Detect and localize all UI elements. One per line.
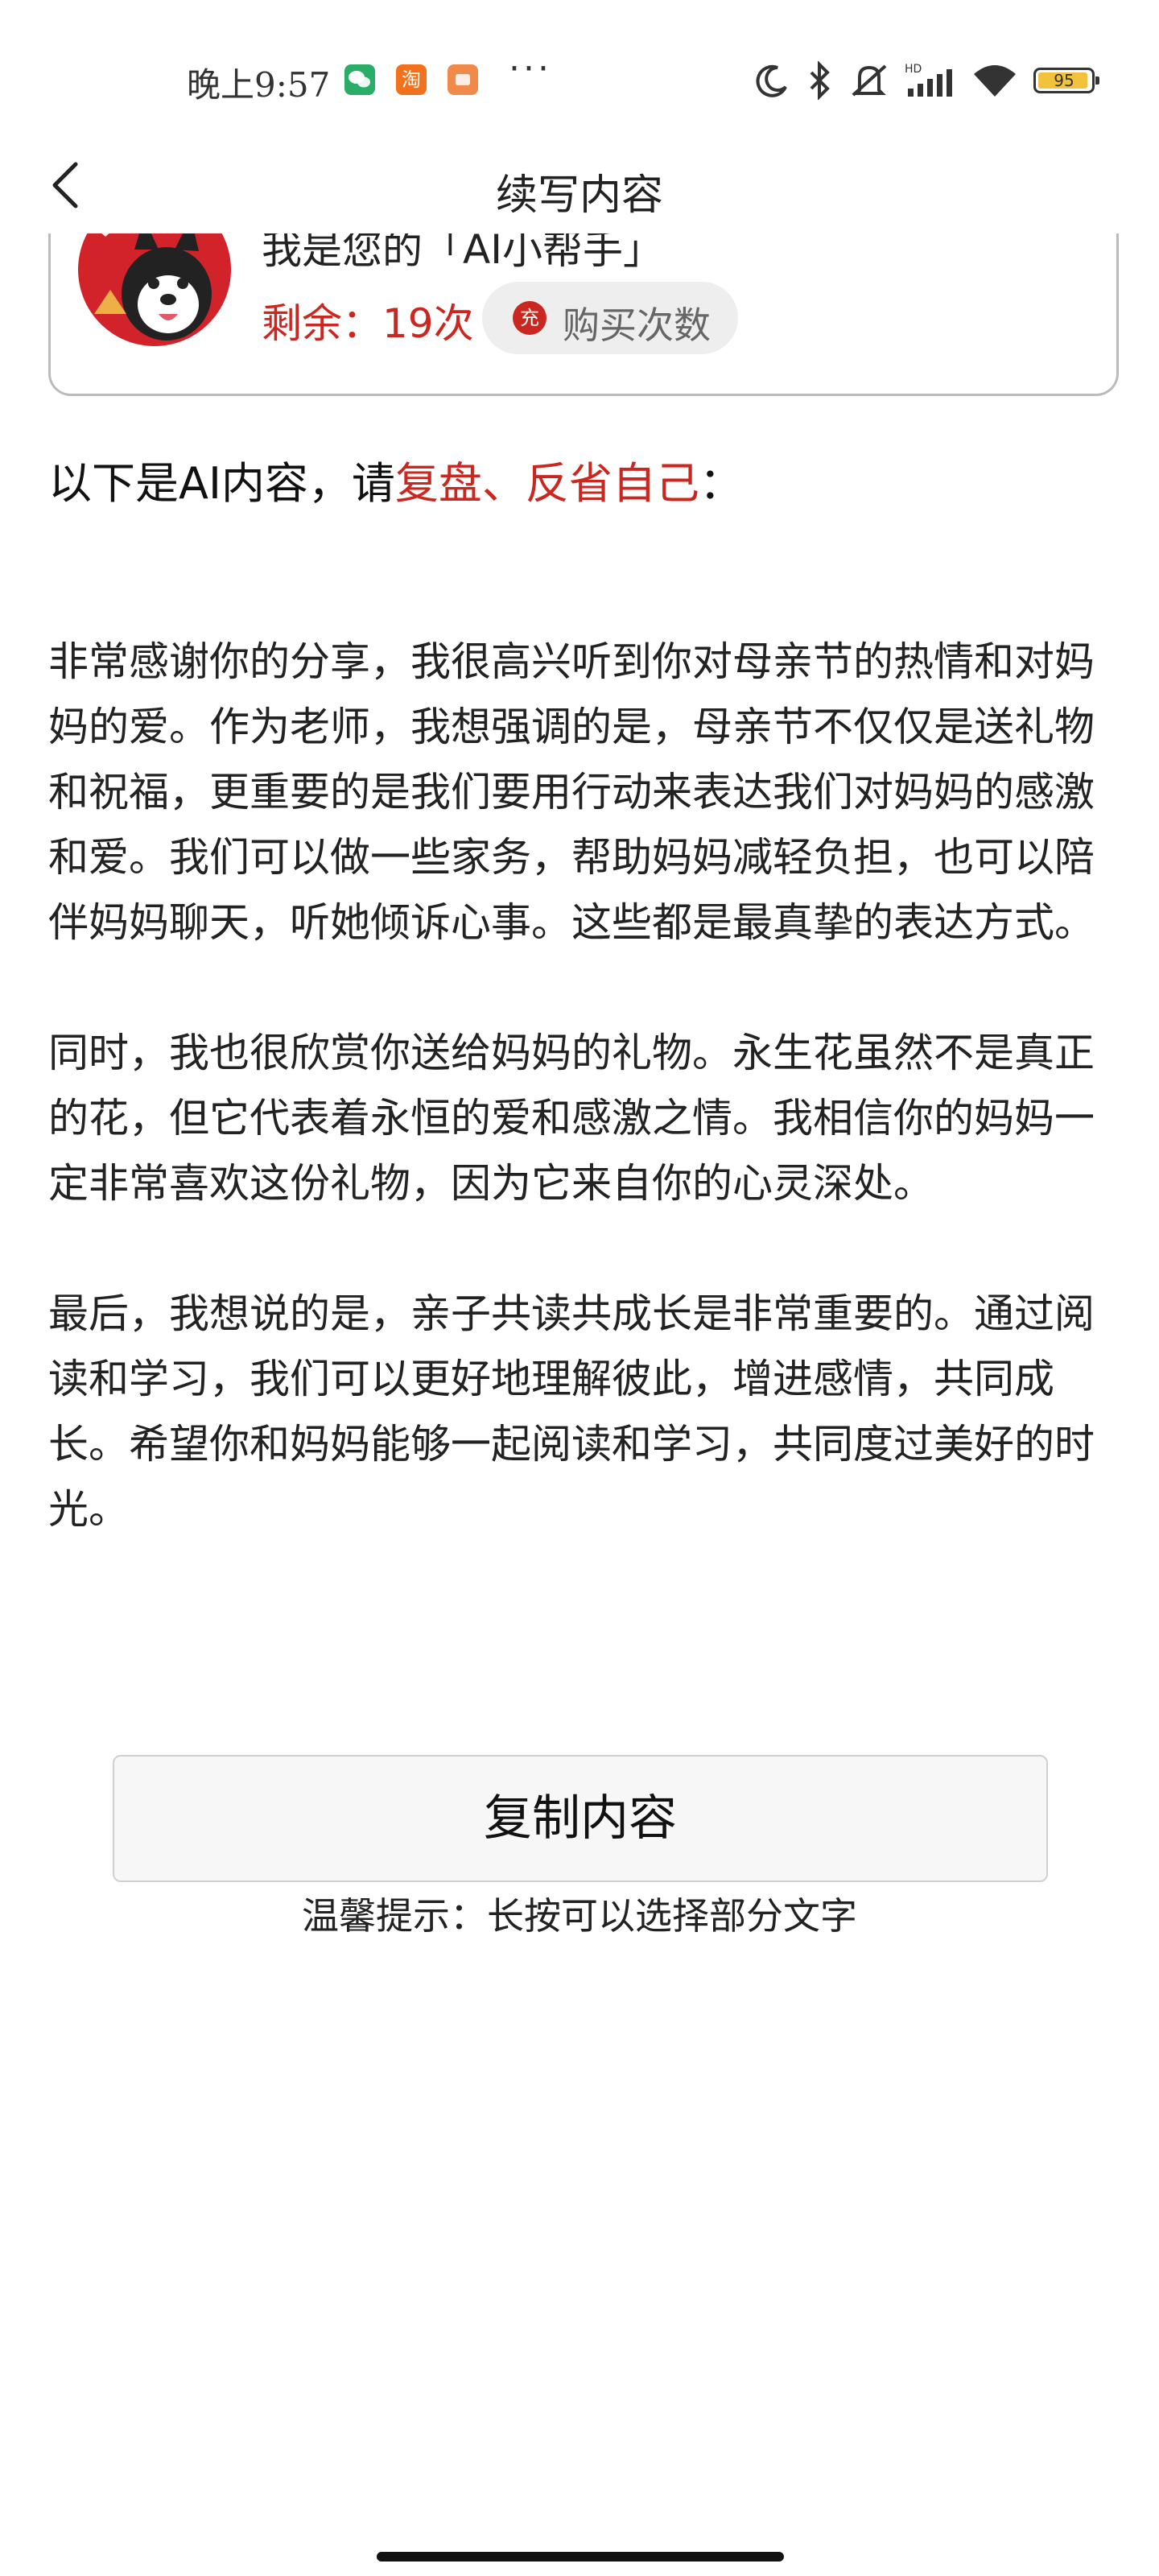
- svg-text:HD: HD: [905, 63, 922, 76]
- prompt-highlight: 复盘、反省自己: [394, 458, 699, 509]
- long-press-tip: 温馨提示：长按可以选择部分文字: [302, 1894, 857, 1938]
- buy-credits-label: 购买次数: [563, 303, 711, 347]
- battery-icon: 95: [1033, 68, 1099, 93]
- wifi-icon: [974, 65, 1016, 97]
- more-notifications-icon: ···: [509, 48, 552, 89]
- remaining-count: 剩余：19次: [262, 300, 474, 347]
- home-indicator[interactable]: [377, 2552, 784, 2562]
- status-bar: 晚上9:57 淘 ··· HD 95: [0, 0, 1159, 153]
- page-title: 续写内容: [495, 171, 663, 220]
- copy-content-button[interactable]: 复制内容: [113, 1755, 1048, 1882]
- prompt-prefix: 以下是AI内容，请: [48, 458, 395, 509]
- content-paragraph: 同时，我也很欣赏你送给妈妈的礼物。永生花虽然不是真正的花，但它代表着永恒的爱和感…: [48, 1030, 1095, 1207]
- wechat-icon: [344, 64, 375, 95]
- battery-level: 95: [1054, 71, 1074, 90]
- recharge-icon: 充: [513, 301, 547, 335]
- bluetooth-icon: [810, 61, 830, 100]
- review-prompt: 以下是AI内容，请复盘、反省自己：: [48, 448, 743, 511]
- buy-credits-button[interactable]: 充 购买次数: [482, 282, 738, 354]
- do-not-disturb-icon: [756, 64, 787, 97]
- mute-icon: [852, 64, 887, 97]
- prompt-suffix: ：: [699, 458, 743, 509]
- status-time: 晚上9:57: [187, 65, 331, 105]
- system-icons: HD 95: [755, 58, 1099, 103]
- taobao-icon: 淘: [396, 64, 427, 95]
- content-paragraph: 最后，我想说的是，亲子共读共成长是非常重要的。通过阅读和学习，我们可以更好地理解…: [48, 1290, 1095, 1533]
- notification-app-icon: [448, 64, 478, 95]
- content-paragraph: 非常感谢你的分享，我很高兴听到你对母亲节的热情和对妈妈的爱。作为老师，我想强调的…: [48, 638, 1095, 946]
- signal-icon: HD: [905, 63, 952, 97]
- ai-content: 非常感谢你的分享，我很高兴听到你对母亲节的热情和对妈妈的爱。作为老师，我想强调的…: [48, 630, 1095, 1608]
- app-header: 续写内容: [0, 137, 1159, 233]
